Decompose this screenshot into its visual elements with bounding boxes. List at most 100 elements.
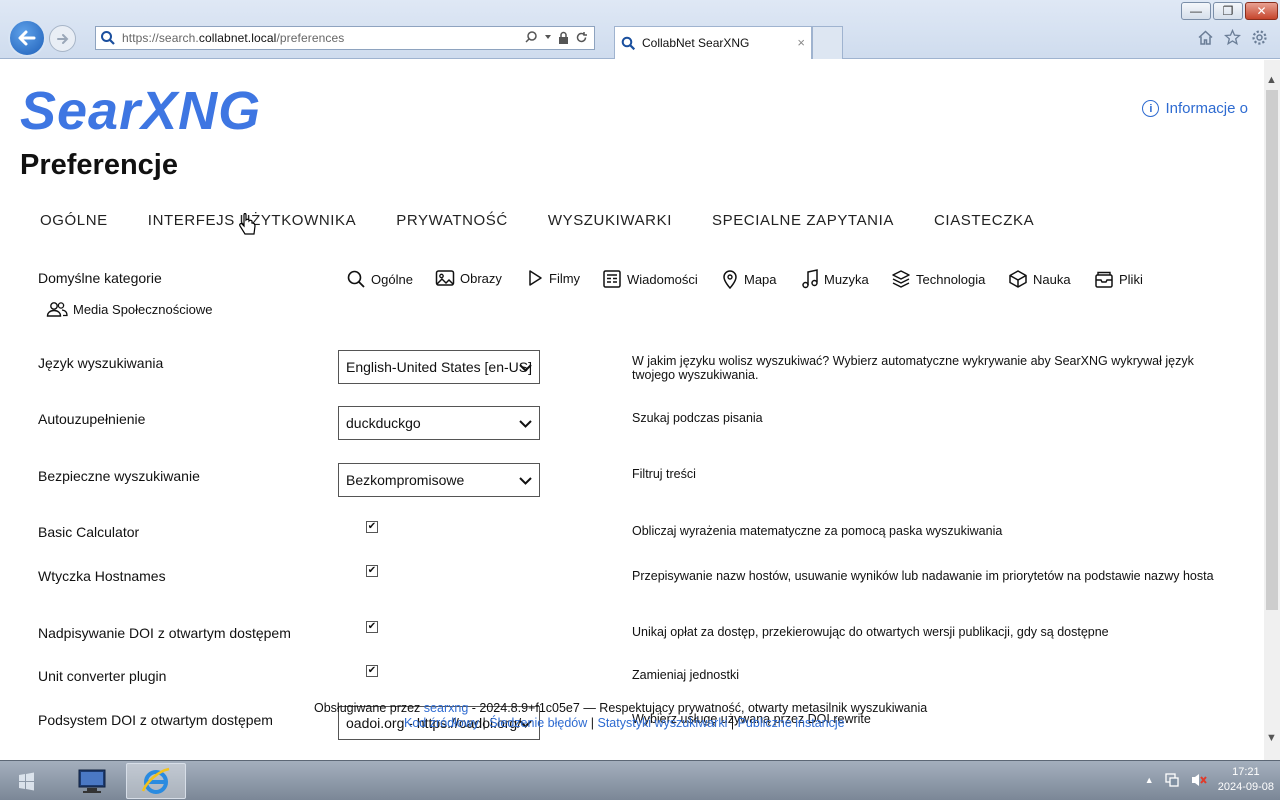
search-language-select[interactable]: English-United States [en-US] [338,350,540,384]
search-icon[interactable] [524,30,538,44]
volume-muted-icon[interactable] [1190,772,1208,788]
tab-privacy[interactable]: PRYWATNOŚĆ [376,212,528,234]
doi-rewrite-checkbox[interactable]: ✔ [366,621,378,633]
people-icon [46,302,68,317]
url-text: https://search.collabnet.local/preferenc… [122,31,345,45]
safesearch-description: Filtruj treści [632,467,696,481]
category-technology[interactable]: Technologia [891,269,985,289]
hostnames-description: Przepisywanie nazw hostów, usuwanie wyni… [632,569,1214,583]
forward-button[interactable] [49,25,76,52]
unit-converter-label: Unit converter plugin [38,668,167,684]
search-icon [621,36,636,50]
taskbar-app-internet-explorer[interactable] [126,763,186,799]
layers-icon [892,270,910,288]
safesearch-select[interactable]: Bezkompromisowe [338,463,540,497]
category-social-media[interactable]: Media Społecznościowe [46,300,212,318]
unit-converter-checkbox[interactable]: ✔ [366,665,378,677]
doi-rewrite-description: Unikaj opłat za dostęp, przekierowując d… [632,625,1109,639]
unit-converter-description: Zamieniaj jednostki [632,668,739,682]
issue-tracker-link[interactable]: Śledzenie błędów [489,716,587,730]
taskbar-app-server-manager[interactable] [62,763,122,799]
start-button[interactable] [14,769,40,795]
info-icon: i [1142,100,1160,117]
tab-engines[interactable]: WYSZUKIWARKI [528,212,692,234]
maximize-button[interactable]: ❐ [1213,2,1243,20]
cube-icon [1009,270,1027,288]
searxng-logo[interactable]: SearXNG [20,80,261,142]
footer-powered-by: Obsługiwane przez searxng - 2024.8.9+f1c… [314,701,928,715]
tab-close-button[interactable]: × [797,35,805,50]
search-language-label: Język wyszukiwania [38,355,164,371]
arrow-left-icon [18,30,36,46]
internet-explorer-icon [141,767,170,794]
lock-icon [559,31,568,44]
searxng-link[interactable]: searxng [424,701,468,715]
about-label: Informacje o [1165,100,1248,117]
search-language-description: W jakim języku wolisz wyszukiwać? Wybier… [632,354,1194,382]
safesearch-label: Bezpieczne wyszukiwanie [38,468,200,484]
chevron-down-icon [519,420,532,428]
back-button[interactable] [8,19,46,57]
page-title: Preferencje [20,149,178,181]
windows-logo-icon [19,772,34,791]
tab-cookies[interactable]: CIASTECZKA [914,212,1054,234]
browser-tab-active[interactable]: CollabNet SearXNG × [614,26,812,59]
autocomplete-select[interactable]: duckduckgo [338,406,540,440]
computer-icon [78,769,106,793]
minimize-button[interactable]: — [1181,2,1211,20]
star-icon[interactable] [1224,29,1241,46]
category-map[interactable]: Mapa [721,269,777,289]
browser-chrome: — ❐ ✕ https://search.collabnet.local/pre… [0,0,1280,59]
public-instances-link[interactable]: Publiczne instancje [738,716,845,730]
close-window-button[interactable]: ✕ [1245,2,1278,20]
category-general[interactable]: Ogólne [346,269,413,289]
page-icon [101,31,115,45]
system-tray: ▲ 17:21 2024-09-08 [1145,765,1274,795]
taskbar: ▲ 17:21 2024-09-08 [0,760,1280,800]
clock[interactable]: 17:21 2024-09-08 [1218,765,1274,795]
hostnames-checkbox[interactable]: ✔ [366,565,378,577]
search-icon [347,270,365,288]
about-link[interactable]: i Informacje o [1142,100,1248,117]
scroll-up-icon[interactable]: ▲ [1266,74,1277,86]
gear-icon[interactable] [1251,29,1268,46]
doi-resolver-label: Podsystem DOI z otwartym dostępem [38,712,273,728]
hostnames-label: Wtyczka Hostnames [38,568,166,584]
refresh-icon[interactable] [575,31,588,44]
category-music[interactable]: Muzyka [801,269,869,289]
doi-rewrite-label: Nadpisywanie DOI z otwartym dostępem [38,625,291,641]
tab-special-queries[interactable]: SPECIALNE ZAPYTANIA [692,212,914,234]
category-news[interactable]: Wiadomości [602,269,698,289]
engine-stats-link[interactable]: Statystyki wyszukiwarki [597,716,727,730]
source-code-link[interactable]: Kod źródłowy [404,716,479,730]
category-videos[interactable]: Filmy [526,269,580,287]
network-icon[interactable] [1164,772,1180,788]
default-categories-label: Domyślne kategorie [38,270,162,286]
tab-title: CollabNet SearXNG [642,36,750,50]
address-bar[interactable]: https://search.collabnet.local/preferenc… [95,26,595,50]
calculator-checkbox[interactable]: ✔ [366,521,378,533]
calculator-description: Obliczaj wyrażenia matematyczne za pomoc… [632,524,1003,538]
show-hidden-icons-icon[interactable]: ▲ [1145,775,1154,785]
vertical-scrollbar[interactable]: ▲ ▼ [1264,60,1280,760]
autocomplete-description: Szukaj podczas pisania [632,411,763,425]
home-icon[interactable] [1197,29,1214,46]
category-science[interactable]: Nauka [1008,269,1071,289]
category-files[interactable]: Pliki [1094,269,1143,289]
page-content: SearXNG i Informacje o Preferencje OGÓLN… [0,60,1264,760]
footer-links: Kod źródłowy | Śledzenie błędów | Statys… [404,716,845,730]
chevron-down-icon [519,364,532,372]
files-icon [1095,271,1113,288]
dropdown-arrow-icon[interactable] [544,33,552,41]
news-icon [603,270,621,288]
autocomplete-label: Autouzupełnienie [38,411,146,427]
arrow-right-icon [56,33,68,44]
tab-general[interactable]: OGÓLNE [20,212,128,234]
category-images[interactable]: Obrazy [435,269,502,287]
scroll-down-icon[interactable]: ▼ [1266,732,1277,744]
music-icon [802,269,818,289]
preferences-tabs: OGÓLNE INTERFEJS UŻYTKOWNIKA PRYWATNOŚĆ … [20,212,1054,234]
scroll-thumb[interactable] [1266,90,1278,610]
image-icon [435,270,455,286]
new-tab-button[interactable] [812,26,843,59]
